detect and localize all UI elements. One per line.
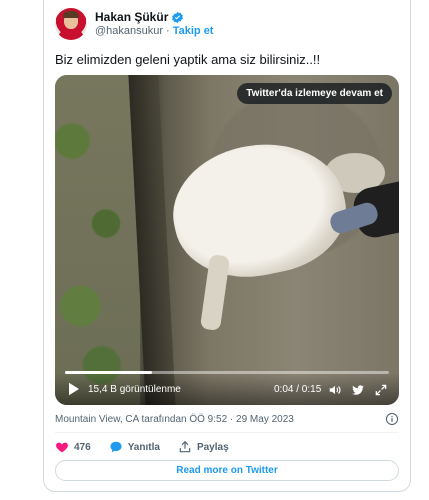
- separator-dot: ·: [166, 25, 170, 37]
- reply-button[interactable]: Yanıtla: [109, 440, 160, 454]
- twitter-bird-icon[interactable]: [351, 383, 365, 397]
- divider: [55, 432, 399, 433]
- tweet-embed: Hakan Şükür @hakansukur · Takip et Biz e…: [43, 0, 411, 492]
- handle-row: @hakansukur · Takip et: [95, 25, 213, 37]
- video-frame-grass: [55, 75, 140, 405]
- fullscreen-icon[interactable]: [374, 383, 388, 397]
- reply-label: Yanıtla: [127, 441, 160, 453]
- author-name[interactable]: Hakan Şükür: [95, 10, 168, 24]
- share-label: Paylaş: [196, 441, 229, 453]
- volume-icon[interactable]: [328, 383, 342, 397]
- continue-on-twitter-button[interactable]: Twitter'da izlemeye devam et: [237, 83, 392, 104]
- video-player[interactable]: Twitter'da izlemeye devam et 15,4 B görü…: [55, 75, 399, 405]
- reply-bubble-icon: [110, 441, 122, 453]
- video-frame-sheep: [161, 128, 357, 292]
- avatar[interactable]: [55, 8, 87, 40]
- like-count: 476: [74, 441, 91, 453]
- share-icon: [179, 440, 191, 453]
- tweet-header: Hakan Şükür @hakansukur · Takip et: [55, 8, 395, 42]
- tweet-meta[interactable]: Mountain View, CA tarafından ÖÖ 9:52 · 2…: [55, 414, 294, 425]
- play-icon[interactable]: [68, 382, 80, 396]
- video-progress-fill: [65, 371, 153, 374]
- tweet-actions: 476 Yanıtla Paylaş: [55, 440, 229, 454]
- info-icon[interactable]: [385, 412, 399, 426]
- verified-badge-icon: [172, 11, 184, 23]
- video-time: 0:04 / 0:15: [274, 384, 322, 395]
- view-count: 15,4 B görüntülenme: [88, 384, 181, 395]
- follow-button[interactable]: Takip et: [173, 25, 214, 37]
- heart-icon: [56, 442, 68, 453]
- like-button[interactable]: 476: [55, 440, 91, 454]
- share-button[interactable]: Paylaş: [178, 440, 229, 454]
- author-name-row[interactable]: Hakan Şükür: [95, 10, 184, 24]
- video-progress-bar[interactable]: [65, 371, 389, 374]
- tweet-text: Biz elimizden geleni yaptik ama siz bili…: [55, 52, 321, 67]
- author-handle[interactable]: @hakansukur: [95, 25, 163, 37]
- read-more-button[interactable]: Read more on Twitter: [55, 460, 399, 481]
